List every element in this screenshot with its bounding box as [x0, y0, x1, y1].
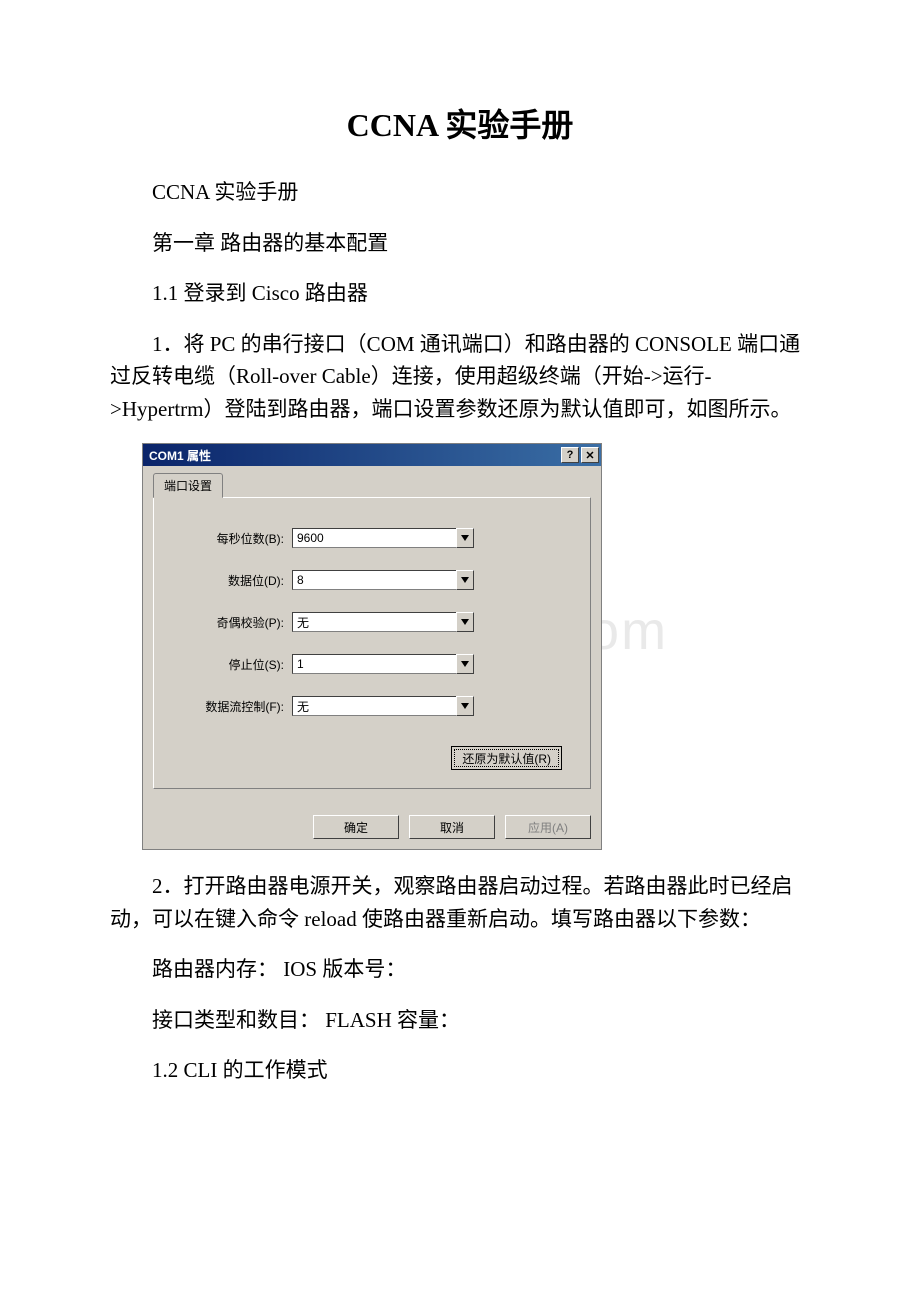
document-page: CCNA 实验手册 CCNA 实验手册 第一章 路由器的基本配置 1.1 登录到…	[0, 0, 920, 1165]
apply-button[interactable]: 应用(A)	[505, 815, 591, 839]
chevron-down-icon	[461, 661, 469, 667]
ok-button[interactable]: 确定	[313, 815, 399, 839]
cancel-label: 取消	[440, 821, 464, 835]
tab-strip: 端口设置	[153, 472, 591, 497]
doc-subtitle: CCNA 实验手册	[110, 176, 810, 209]
tab-panel: 每秒位数(B): 数据位(D):	[153, 497, 591, 789]
router-iface-line: 接口类型和数目： FLASH 容量：	[110, 1004, 810, 1037]
step-2-text: 2．打开路由器电源开关，观察路由器启动过程。若路由器此时已经启动，可以在键入命令…	[110, 870, 810, 935]
step-1-text: 1．将 PC 的串行接口（COM 通讯端口）和路由器的 CONSOLE 端口通过…	[110, 328, 810, 426]
combo-flowcontrol[interactable]	[292, 696, 474, 716]
dropdown-button[interactable]	[456, 570, 474, 590]
label-databits: 数据位(D):	[182, 572, 292, 589]
chevron-down-icon	[461, 577, 469, 583]
com1-properties-dialog: COM1 属性 ? ✕ 端口设置 每秒位数(B):	[142, 443, 602, 850]
chevron-down-icon	[461, 535, 469, 541]
section-1-2: 1.2 CLI 的工作模式	[110, 1054, 810, 1087]
input-stopbits[interactable]	[292, 654, 456, 674]
chapter-heading: 第一章 路由器的基本配置	[110, 227, 810, 260]
tab-label: 端口设置	[164, 479, 212, 493]
router-mem-line: 路由器内存： IOS 版本号：	[110, 953, 810, 986]
titlebar-buttons: ? ✕	[561, 447, 599, 463]
dialog-body: 端口设置 每秒位数(B): 数据位(D):	[143, 466, 601, 801]
combo-baud[interactable]	[292, 528, 474, 548]
tab-port-settings[interactable]: 端口设置	[153, 473, 223, 498]
close-icon: ✕	[585, 449, 594, 462]
apply-label: 应用(A)	[528, 821, 568, 835]
section-1-1: 1.1 登录到 Cisco 路由器	[110, 277, 810, 310]
dialog-button-row: 确定 取消 应用(A)	[143, 805, 601, 849]
doc-title: CCNA 实验手册	[110, 100, 810, 146]
chevron-down-icon	[461, 703, 469, 709]
label-stopbits: 停止位(S):	[182, 656, 292, 673]
dialog-title: COM1 属性	[149, 447, 211, 464]
dropdown-button[interactable]	[456, 612, 474, 632]
label-parity: 奇偶校验(P):	[182, 614, 292, 631]
combo-databits[interactable]	[292, 570, 474, 590]
input-baud[interactable]	[292, 528, 456, 548]
row-databits: 数据位(D):	[182, 570, 562, 590]
help-button[interactable]: ?	[561, 447, 579, 463]
dropdown-button[interactable]	[456, 654, 474, 674]
label-baud: 每秒位数(B):	[182, 530, 292, 547]
row-flowcontrol: 数据流控制(F):	[182, 696, 562, 716]
dialog-figure: COM1 属性 ? ✕ 端口设置 每秒位数(B):	[110, 443, 810, 850]
input-flowcontrol[interactable]	[292, 696, 456, 716]
restore-row: 还原为默认值(R)	[182, 746, 562, 770]
row-baud: 每秒位数(B):	[182, 528, 562, 548]
input-parity[interactable]	[292, 612, 456, 632]
row-parity: 奇偶校验(P):	[182, 612, 562, 632]
cancel-button[interactable]: 取消	[409, 815, 495, 839]
input-databits[interactable]	[292, 570, 456, 590]
label-flowcontrol: 数据流控制(F):	[182, 698, 292, 715]
chevron-down-icon	[461, 619, 469, 625]
dropdown-button[interactable]	[456, 696, 474, 716]
ok-label: 确定	[344, 821, 368, 835]
combo-parity[interactable]	[292, 612, 474, 632]
dialog-titlebar: COM1 属性 ? ✕	[143, 444, 601, 466]
restore-defaults-button[interactable]: 还原为默认值(R)	[451, 746, 562, 770]
restore-label: 还原为默认值(R)	[462, 752, 551, 766]
close-button[interactable]: ✕	[581, 447, 599, 463]
help-icon: ?	[567, 449, 574, 461]
combo-stopbits[interactable]	[292, 654, 474, 674]
row-stopbits: 停止位(S):	[182, 654, 562, 674]
dropdown-button[interactable]	[456, 528, 474, 548]
